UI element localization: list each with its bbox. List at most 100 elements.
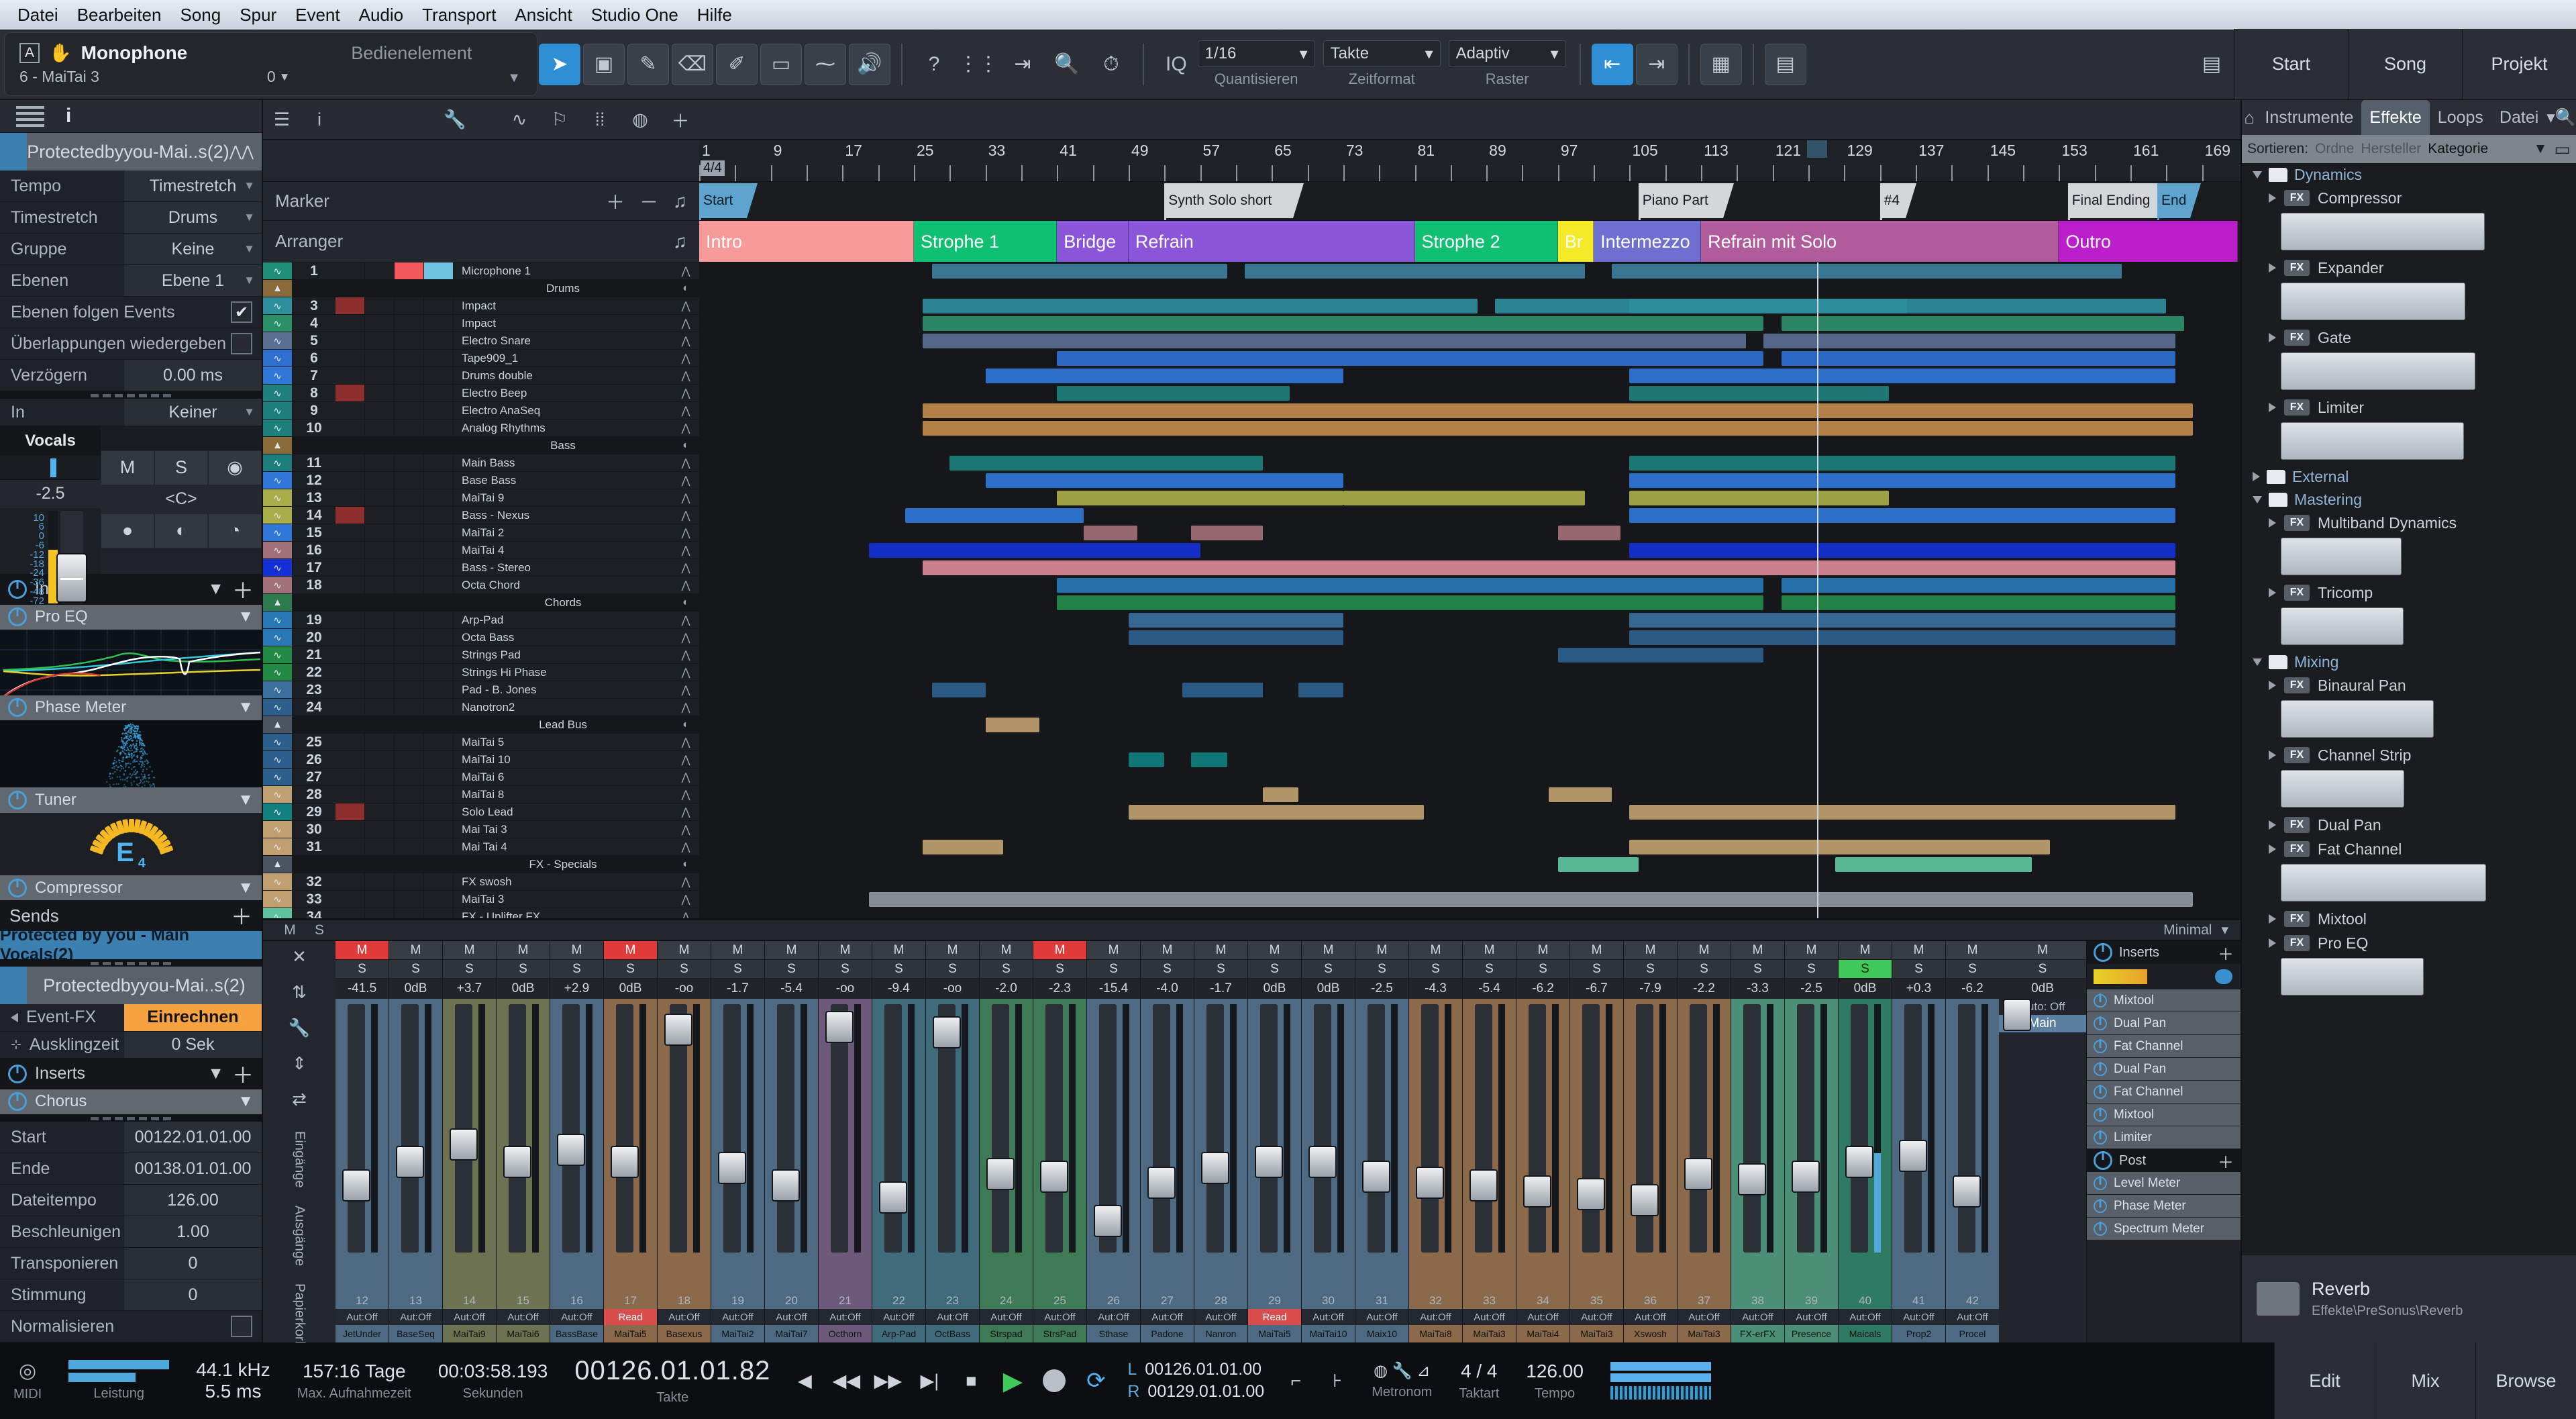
track-name[interactable]: Mai Tai 3 (454, 823, 672, 836)
mixer-channel-strip[interactable]: M S 0dB 17 Read MaiTai5 (604, 941, 658, 1342)
channel-mute-button[interactable]: M (1194, 941, 1247, 960)
top-button-projekt[interactable]: Projekt (2462, 29, 2576, 99)
automation-icon[interactable]: ∿ (501, 109, 538, 130)
track-control-cell[interactable] (395, 699, 424, 716)
channel-fader-area[interactable] (1033, 999, 1086, 1293)
audio-event-clip[interactable] (1057, 386, 1290, 401)
power-icon[interactable] (2094, 1200, 2107, 1213)
channel-fader[interactable] (1368, 1004, 1385, 1253)
track-control-cell[interactable] (424, 681, 454, 698)
channel-solo-button[interactable]: S (1141, 960, 1194, 979)
track-name[interactable]: Strings Pad (454, 648, 672, 662)
channel-fader[interactable] (509, 1004, 526, 1253)
track-control-cell[interactable] (395, 524, 424, 541)
channel-fader-area[interactable] (497, 999, 550, 1293)
channel-db-value[interactable]: -2.5 (1785, 979, 1838, 999)
leftright-icon[interactable]: ⇄ (292, 1089, 307, 1110)
channel-fader-cap[interactable] (1201, 1152, 1229, 1184)
track-row[interactable]: ∿ 6 Tape909_1 ⋀ (263, 350, 699, 367)
track-control-cell[interactable] (365, 332, 395, 349)
marker[interactable]: Synth Solo short (1164, 183, 1293, 218)
insert-plugin-chorus[interactable]: Chorus ▼ (0, 1089, 262, 1114)
channel-solo-button[interactable]: S (980, 960, 1033, 979)
track-control-cell[interactable] (395, 315, 424, 332)
track-control-cell[interactable] (424, 664, 454, 681)
expand-triangle-icon[interactable] (2269, 681, 2276, 690)
channel-solo-button[interactable]: S (1248, 960, 1301, 979)
channel-db-value[interactable]: -9.4 (872, 979, 925, 999)
track-control-cell[interactable] (395, 385, 424, 401)
event-prop-start[interactable]: Start 00122.01.01.00 (0, 1122, 262, 1153)
channel-db-value[interactable]: 0dB (497, 979, 550, 999)
audio-event-clip[interactable] (986, 718, 1039, 732)
audio-event-clip[interactable] (949, 456, 1263, 471)
track-control-cell[interactable] (365, 489, 395, 506)
track-control-cell[interactable] (395, 873, 424, 890)
channel-db-value[interactable]: -3.3 (1731, 979, 1784, 999)
audio-event-clip[interactable] (1629, 456, 2175, 471)
channel-automation-mode[interactable]: Aut:Off (1678, 1309, 1731, 1325)
mixer-channel-strip[interactable]: M S +3.7 14 Aut:Off MaiTai9 (443, 941, 497, 1342)
browser-effect-item[interactable]: FX Expander (2242, 256, 2576, 280)
main-db-value[interactable]: 0dB (1999, 979, 2086, 999)
channel-mute-button[interactable]: M (711, 941, 764, 960)
track-control-cell[interactable] (424, 716, 454, 733)
channel-db-value[interactable]: -oo (658, 979, 711, 999)
track-control-cell[interactable] (424, 751, 454, 768)
stop-button[interactable]: ■ (953, 1363, 989, 1399)
channel-fader-cap[interactable] (1416, 1167, 1444, 1199)
audio-event-clip[interactable] (1763, 334, 2175, 348)
rewind-button[interactable]: ◀◀ (828, 1363, 864, 1399)
track-control-cell[interactable] (395, 367, 424, 384)
channel-solo-button[interactable]: S (1194, 960, 1247, 979)
audio-event-clip[interactable] (1558, 526, 1620, 540)
audio-event-clip[interactable] (1084, 526, 1137, 540)
track-list-button[interactable]: ▤ (1765, 44, 1806, 85)
track-control-cell[interactable] (395, 716, 424, 733)
channel-fader[interactable] (777, 1004, 794, 1253)
channel-solo-button[interactable]: S (1624, 960, 1677, 979)
metronome-icon[interactable]: ◍ 🔧 ⊿ (1374, 1361, 1430, 1381)
channel-automation-mode[interactable]: Aut:Off (1033, 1309, 1086, 1325)
track-control-cell[interactable] (336, 908, 365, 918)
arranger-section[interactable]: Br (1558, 221, 1594, 262)
power-icon[interactable] (8, 1065, 27, 1083)
track-control-cell[interactable] (424, 646, 454, 663)
track-row[interactable]: ∿ 30 Mai Tai 3 ⋀ (263, 821, 699, 838)
channel-fader-cap[interactable] (1577, 1178, 1605, 1210)
channel-automation-mode[interactable]: Aut:Off (980, 1309, 1033, 1325)
track-name[interactable]: Impact (454, 299, 672, 313)
row-checkbox[interactable]: ✔ (231, 301, 252, 323)
track-control-cell[interactable] (395, 646, 424, 663)
audio-event-clip[interactable] (923, 840, 1003, 854)
power-icon[interactable] (2094, 1017, 2107, 1030)
channel-automation-mode[interactable]: Read (1248, 1309, 1301, 1325)
arranger-section[interactable]: Bridge (1057, 221, 1129, 262)
chevron-down-icon[interactable]: ▼ (207, 1064, 224, 1083)
browser-effect-item[interactable]: FX Fat Channel (2242, 837, 2576, 861)
event-prop-ende[interactable]: Ende 00138.01.01.00 (0, 1153, 262, 1185)
track-name[interactable]: Strings Hi Phase (454, 666, 672, 679)
mixer-channel-strip[interactable]: M S -oo 21 Aut:Off Octhorn (819, 941, 872, 1342)
browser-sort-kategorie[interactable]: Kategorie (2428, 141, 2488, 157)
audio-event-clip[interactable] (1612, 264, 2122, 279)
track-name[interactable]: Solo Lead (454, 805, 672, 819)
track-control-cell[interactable] (336, 402, 365, 419)
audio-event-clip[interactable] (1558, 648, 1764, 663)
track-row[interactable]: ∿ 7 Drums double ⋀ (263, 367, 699, 385)
channel-automation-mode[interactable]: Aut:Off (872, 1309, 925, 1325)
track-control-cell[interactable] (424, 821, 454, 838)
inspector-row-gruppe[interactable]: Gruppe Keine ▼ (0, 234, 262, 265)
mute-tool-button[interactable]: ▭ (760, 44, 802, 85)
track-control-cell[interactable] (395, 420, 424, 436)
close-icon[interactable]: ✕ (292, 946, 307, 967)
track-name[interactable]: Bass (454, 439, 672, 452)
track-name[interactable]: MaiTai 3 (454, 893, 672, 906)
track-control-cell[interactable] (365, 315, 395, 332)
track-control-cell[interactable] (395, 332, 424, 349)
channel-automation-mode[interactable]: Aut:Off (497, 1309, 550, 1325)
track-control-cell[interactable] (424, 838, 454, 855)
expand-triangle-icon[interactable] (2269, 938, 2276, 948)
panel-toggle-icon[interactable]: ▤ (2191, 44, 2232, 85)
menu-item-transport[interactable]: Transport (413, 5, 505, 26)
